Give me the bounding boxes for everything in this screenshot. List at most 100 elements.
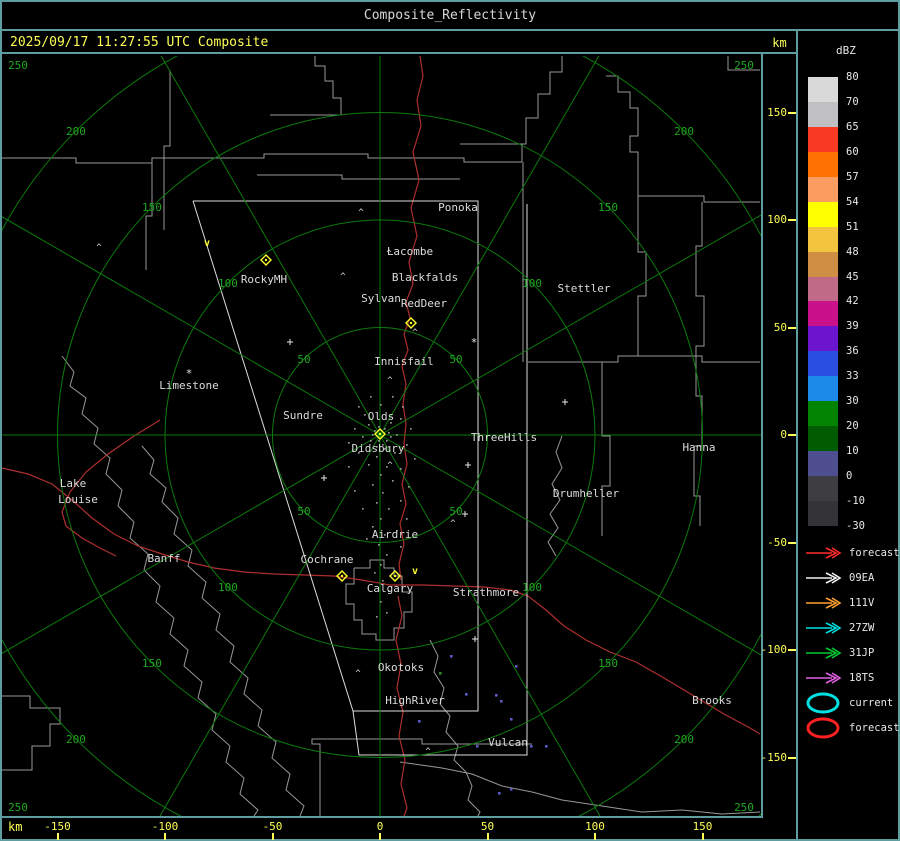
clutter-echo: [414, 458, 416, 460]
radar-map-viewport[interactable]: 50 50 50 50 100 100 100 100 150 150 150 150 200 200 20…: [2, 56, 761, 816]
clutter-echo: [358, 406, 360, 408]
asterisk-marker-icon: *: [471, 336, 478, 349]
bottom-axis-unit-label: km: [8, 820, 23, 834]
right-axis-label: -100: [760, 643, 788, 656]
range-ring-label: 100: [218, 581, 238, 594]
title-bar[interactable]: Composite_Reflectivity: [0, 0, 900, 29]
radar-site-dot: [393, 574, 397, 578]
clutter-echo: [380, 404, 382, 406]
city-label-Innisfail: Innisfail: [374, 355, 434, 368]
clutter-echo: [388, 432, 390, 434]
bottom-axis-tick: [379, 833, 381, 840]
scale-band-42: [808, 301, 838, 327]
clutter-echo: [368, 424, 370, 426]
scale-level-label: 48: [846, 245, 859, 258]
city-label-Vulcan: Vulcan: [488, 736, 528, 749]
radar-site-dot: [264, 258, 268, 262]
range-ring-label: 100: [218, 277, 238, 290]
legend-item-label: 18TS: [849, 672, 875, 684]
weak-echo: [500, 700, 503, 703]
scale-band-48: [808, 251, 838, 278]
clutter-echo: [396, 434, 398, 436]
scale-level-label: 57: [846, 170, 859, 183]
weak-echo: [510, 718, 513, 721]
county-boundary: [141, 445, 305, 816]
scale-band-0: [808, 476, 838, 502]
map-bottom-border: [0, 816, 763, 818]
city-label-Ponoka: Ponoka: [438, 201, 478, 214]
county-boundary: [606, 75, 760, 203]
bottom-axis-tick: [486, 833, 489, 840]
scale-level-label: 39: [846, 320, 859, 333]
range-ring-label: 50: [449, 353, 462, 366]
legend-arrow-icon: [806, 647, 842, 659]
weak-echo: [545, 745, 548, 748]
clutter-echo: [390, 436, 392, 438]
radar-site-dot: [409, 321, 413, 325]
county-boundary: [460, 143, 523, 162]
caret-marker-icon: ^: [412, 328, 418, 338]
right-axis-unit-label: km: [772, 36, 787, 50]
county-boundary: [429, 639, 481, 816]
clutter-echo: [372, 434, 374, 436]
county-boundary: [345, 559, 413, 641]
legend-item-label: 111V: [849, 597, 875, 609]
v-marker-icon: v: [412, 566, 418, 577]
caret-marker-icon: ^: [355, 669, 361, 679]
county-boundary: [601, 362, 611, 536]
plus-marker-icon: [465, 462, 471, 468]
weak-echo: [465, 693, 468, 696]
scale-band-65: [808, 126, 838, 153]
bottom-axis-label: 50: [480, 820, 495, 833]
plus-marker-icon: [287, 339, 293, 345]
scale-band-39: [808, 326, 838, 352]
range-ring-label: 100: [522, 277, 542, 290]
asterisk-marker-icon: *: [186, 367, 193, 380]
legend-item-label: forecast: [849, 722, 900, 734]
clutter-echo: [364, 414, 366, 416]
county-boundary: [145, 158, 153, 270]
scale-level-label: 51: [846, 220, 859, 233]
city-label-Limestone: Limestone: [159, 379, 219, 392]
scale-level-label: 65: [846, 120, 859, 133]
bottom-axis-label: -100: [151, 820, 179, 833]
city-label-Strathmore: Strathmore: [453, 586, 519, 599]
clutter-echo: [406, 518, 408, 520]
range-ring-label: 250: [734, 59, 754, 72]
timestamp-label: 2025/09/17 11:27:55 UTC Composite: [10, 35, 269, 50]
panel-divider: [796, 29, 798, 841]
range-ring-label: 150: [598, 201, 618, 214]
county-boundary: [528, 355, 760, 363]
weak-echo: [418, 720, 421, 723]
scale-level-label: 20: [846, 420, 859, 433]
scale-level-label: 33: [846, 370, 859, 383]
radar-site-dot: [340, 574, 344, 578]
clutter-echo: [362, 436, 364, 438]
city-label-Olds: Olds: [368, 410, 395, 423]
legend-item-09EA: 09EA: [804, 568, 874, 588]
titlebar-separator: [0, 29, 900, 31]
right-axis-label: 100: [767, 213, 787, 226]
clutter-echo: [382, 492, 384, 494]
scale-level-label: 30: [846, 395, 859, 408]
scale-band-10: [808, 451, 838, 477]
clutter-echo: [400, 500, 402, 502]
window-title: Composite_Reflectivity: [363, 8, 537, 23]
bottom-axis-label: 150: [692, 820, 713, 833]
bottom-axis-label: 0: [376, 820, 384, 833]
legend-item-label: current: [849, 697, 894, 709]
range-ring-label: 200: [674, 125, 694, 138]
scale-level-label: 70: [846, 95, 859, 108]
scale-band-70: [808, 101, 838, 128]
scale-level-label: 42: [846, 295, 859, 308]
right-axis-tick: [788, 326, 796, 329]
color-scale-title: dBZ: [836, 44, 856, 57]
clutter-echo: [378, 426, 380, 428]
clutter-echo: [370, 396, 372, 398]
scale-band-30: [808, 401, 838, 427]
legend-item-label: 27ZW: [849, 622, 875, 634]
city-label-ThreeHills: ThreeHills: [471, 431, 537, 444]
right-axis-label: 0: [780, 428, 787, 441]
scale-level-label: 45: [846, 270, 859, 283]
plus-marker-icon: [562, 399, 568, 405]
